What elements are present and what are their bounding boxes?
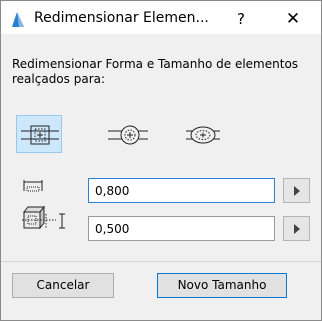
- resize-mode-rectangle-button[interactable]: [16, 115, 62, 153]
- help-button[interactable]: ?: [227, 7, 255, 31]
- resize-elements-dialog: Redimensionar Elemen... ? ✕ Redimensiona…: [0, 0, 322, 321]
- resize-ellipse-icon: [186, 126, 220, 144]
- divider: [1, 261, 321, 262]
- new-size-button[interactable]: Novo Tamanho: [157, 273, 287, 298]
- width-input[interactable]: [88, 178, 275, 203]
- description-label: Redimensionar Forma e Tamanho de element…: [12, 57, 299, 86]
- window-title: Redimensionar Elemen...: [34, 10, 209, 26]
- width-options-button[interactable]: [283, 178, 310, 203]
- resize-rectangle-icon: [21, 125, 59, 145]
- height-options-button[interactable]: [283, 216, 310, 241]
- resize-mode-ellipse-button[interactable]: [179, 115, 225, 153]
- app-logo-icon: [8, 11, 26, 29]
- triangle-right-icon: [294, 186, 300, 196]
- height-dimension-icon: [20, 204, 68, 234]
- triangle-right-icon: [294, 224, 300, 234]
- cancel-button[interactable]: Cancelar: [12, 273, 114, 298]
- width-dimension-icon: [23, 177, 43, 196]
- resize-circle-icon: [108, 125, 148, 145]
- title-bar[interactable]: Redimensionar Elemen... ? ✕: [1, 1, 321, 34]
- resize-mode-circle-button[interactable]: [104, 115, 150, 153]
- height-input[interactable]: [88, 216, 275, 241]
- close-button[interactable]: ✕: [275, 7, 311, 31]
